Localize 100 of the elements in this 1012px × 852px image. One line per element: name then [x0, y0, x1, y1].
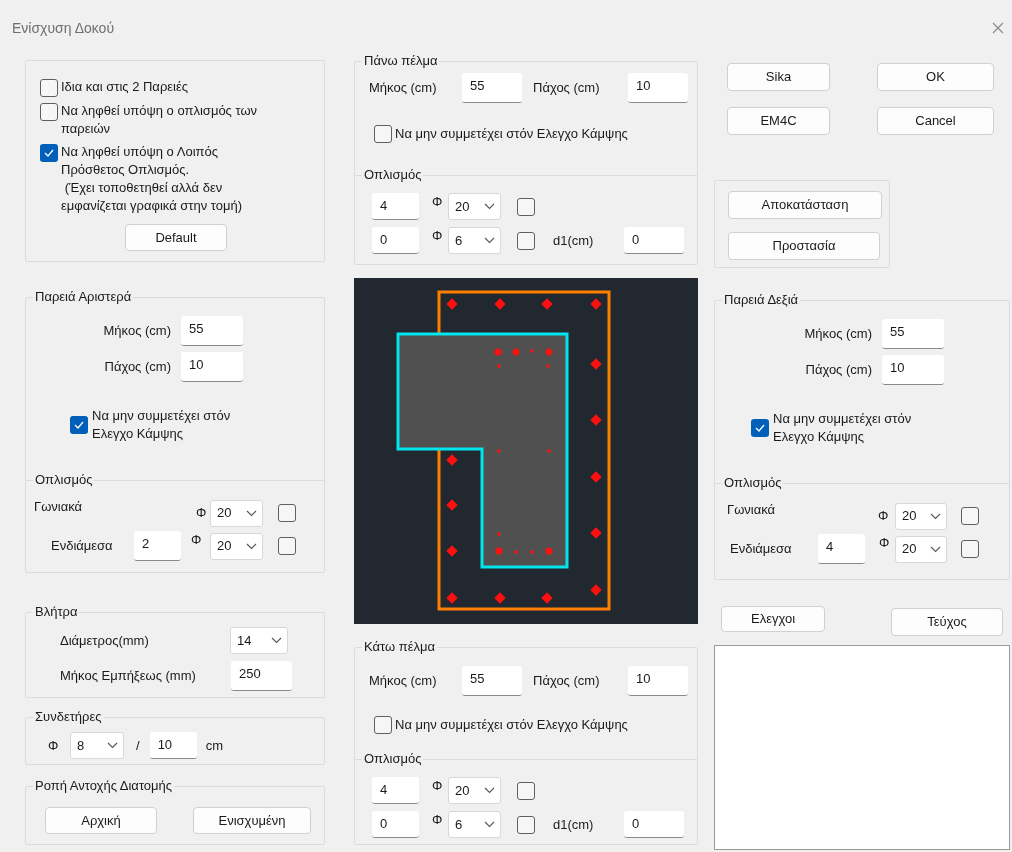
- push-button[interactable]: Ενισχυμένη: [193, 807, 311, 834]
- checkbox[interactable]: [40, 79, 58, 97]
- text-field[interactable]: 4: [372, 777, 419, 804]
- text-field[interactable]: 0: [372, 811, 419, 838]
- group-title: Ροπή Αντοχής Διατομής: [34, 778, 174, 794]
- text-field[interactable]: 4: [818, 534, 865, 564]
- group-title: Οπλισμός: [34, 472, 94, 488]
- phi-label: Φ: [48, 736, 60, 755]
- field-label: Ενδιάμεσα: [730, 540, 793, 558]
- checkbox[interactable]: [517, 781, 535, 800]
- field-label: Μήκος Εμπήξεως (mm): [60, 667, 197, 685]
- dropdown[interactable]: 14: [230, 627, 288, 654]
- text-field[interactable]: 10: [882, 355, 944, 385]
- text-field[interactable]: 10: [628, 666, 688, 696]
- dropdown[interactable]: 20: [895, 502, 947, 530]
- checkbox-label: Ιδια και στις 2 Παρειές: [61, 78, 189, 96]
- push-button[interactable]: Προστασία: [728, 232, 880, 260]
- push-button[interactable]: Cancel: [877, 107, 994, 135]
- phi-label: Φ: [432, 227, 444, 245]
- text-field[interactable]: 0: [372, 227, 419, 254]
- checkbox-label: Να μην συμμετέχει στόν Ελεγχο Κάμψης: [773, 410, 912, 446]
- checkbox[interactable]: [374, 125, 392, 143]
- group-title: Πάνω πέλμα: [363, 53, 439, 69]
- checkbox[interactable]: [278, 504, 296, 522]
- checkbox-label: Να μην συμμετέχει στόν Ελεγχο Κάμψης: [395, 716, 628, 734]
- text-field[interactable]: 2: [134, 531, 181, 561]
- dropdown[interactable]: 20: [895, 535, 947, 563]
- group-title: Παρειά Αριστερά: [34, 289, 133, 305]
- text-field[interactable]: 4: [372, 193, 419, 220]
- close-icon[interactable]: [992, 22, 1004, 34]
- text-field[interactable]: 55: [181, 316, 243, 346]
- field-label: Διάμετρος(mm): [60, 631, 150, 650]
- text-field[interactable]: 10: [628, 73, 688, 103]
- dropdown[interactable]: 8: [70, 732, 124, 759]
- checkbox[interactable]: [374, 716, 392, 734]
- window-title: Ενίσχυση Δοκού: [12, 18, 115, 38]
- push-button[interactable]: EM4C: [727, 107, 830, 135]
- phi-label: Φ: [432, 193, 444, 211]
- checkbox[interactable]: [70, 416, 88, 434]
- field-label: Μήκος (cm): [369, 79, 438, 97]
- checkbox-label: Να μην συμμετέχει στόν Ελεγχο Κάμψης: [92, 407, 231, 443]
- text-field[interactable]: 10: [149, 732, 197, 759]
- checkbox[interactable]: [517, 231, 535, 250]
- field-label: Πάχος (cm): [533, 672, 601, 690]
- checkbox[interactable]: [751, 419, 769, 437]
- checkbox[interactable]: [961, 540, 979, 558]
- phi-label: Φ: [196, 504, 208, 522]
- checkmark-icon: [74, 421, 84, 429]
- field-label: Γωνιακά: [34, 498, 84, 516]
- phi-label: Φ: [432, 811, 444, 829]
- field-label: Μήκος (cm): [102, 322, 172, 340]
- dropdown[interactable]: 20: [210, 532, 263, 560]
- checkbox[interactable]: [278, 537, 296, 555]
- checkbox[interactable]: [40, 144, 58, 162]
- push-button[interactable]: Αποκατάσταση: [728, 191, 882, 219]
- dropdown[interactable]: 20: [210, 499, 263, 527]
- push-button[interactable]: OK: [877, 63, 994, 91]
- text-field[interactable]: 250: [231, 661, 292, 691]
- caret-icon: [930, 545, 941, 553]
- push-button[interactable]: Τεύχος: [891, 608, 1003, 636]
- push-button[interactable]: Default: [125, 224, 227, 251]
- text-field[interactable]: 55: [882, 319, 944, 349]
- push-button[interactable]: Sika: [727, 63, 830, 91]
- field-label: d1(cm): [553, 815, 595, 834]
- caret-icon: [484, 237, 495, 244]
- dropdown[interactable]: 20: [448, 777, 501, 804]
- text-field[interactable]: 10: [181, 352, 243, 382]
- text-field[interactable]: 0: [624, 227, 684, 254]
- caret-icon: [271, 637, 282, 644]
- dropdown[interactable]: 6: [448, 227, 501, 254]
- dropdown[interactable]: 20: [448, 193, 501, 220]
- push-button[interactable]: Ελεγχοι: [721, 606, 825, 632]
- group-title: Οπλισμός: [723, 475, 783, 491]
- field-label: Πάχος (cm): [533, 79, 601, 97]
- phi-label: Φ: [879, 534, 891, 552]
- checkbox[interactable]: [961, 507, 979, 525]
- caret-icon: [930, 512, 941, 520]
- checkbox[interactable]: [40, 103, 58, 121]
- checkbox-label: Να μην συμμετέχει στόν Ελεγχο Κάμψης: [395, 125, 628, 143]
- checkbox[interactable]: [517, 197, 535, 216]
- field-label: d1(cm): [553, 231, 595, 250]
- field-label: Πάχος (cm): [804, 361, 873, 379]
- checkbox-label: Να ληφθεί υπόψη ο Λοιπός Πρόσθετος Οπλισμός. (Έχει τοποθετηθεί αλλά δεν εμφανίζεται γραφικά στην τομή): [61, 143, 243, 215]
- field-label: Μήκος (cm): [803, 325, 873, 343]
- separator-label: /: [136, 736, 140, 755]
- phi-label: Φ: [432, 777, 444, 795]
- phi-label: Φ: [191, 531, 203, 549]
- caret-icon: [246, 509, 257, 517]
- field-label: Πάχος (cm): [103, 358, 172, 376]
- checkbox-label: Να ληφθεί υπόψη ο οπλισμός των παρειών: [61, 102, 258, 138]
- text-field[interactable]: 0: [624, 811, 684, 838]
- text-field[interactable]: 55: [462, 73, 522, 103]
- push-button[interactable]: Αρχική: [45, 807, 157, 834]
- field-label: Γωνιακά: [727, 501, 777, 519]
- checkbox[interactable]: [517, 815, 535, 834]
- dropdown[interactable]: 6: [448, 811, 501, 838]
- caret-icon: [246, 542, 257, 550]
- field-label: Ενδιάμεσα: [51, 537, 114, 555]
- text-field[interactable]: 55: [462, 666, 522, 696]
- checkmark-icon: [44, 149, 54, 157]
